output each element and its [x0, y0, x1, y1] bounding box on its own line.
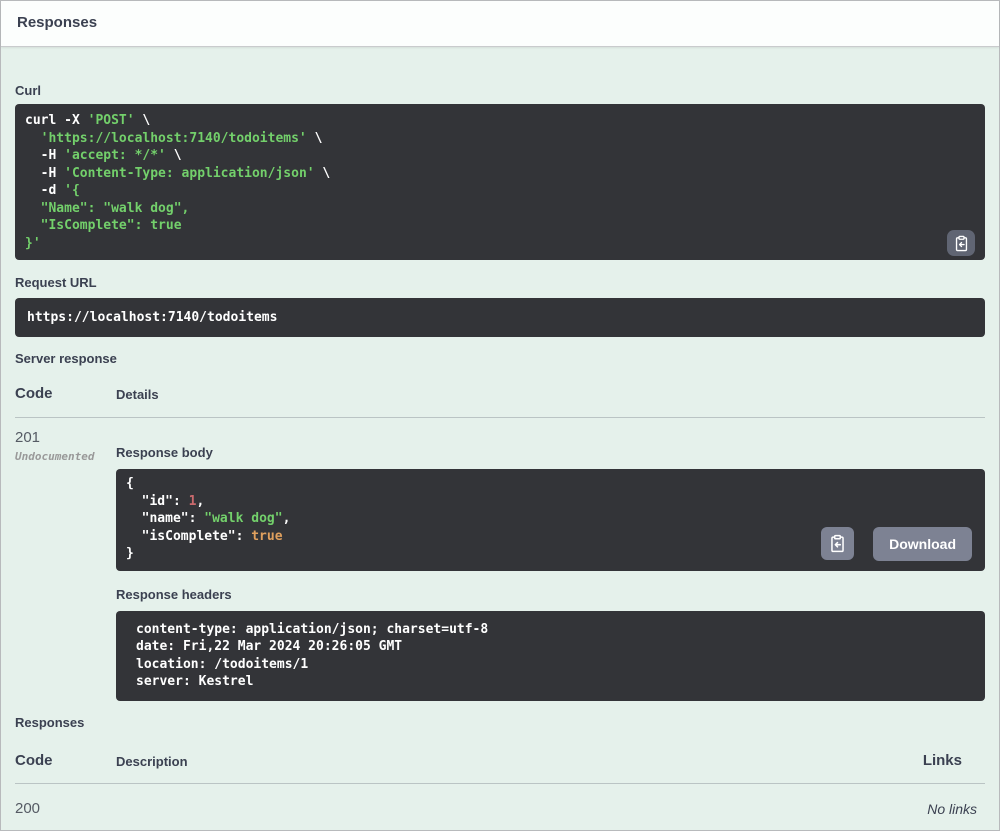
responses-panel: Curl curl -X 'POST' \ 'https://localhost… — [1, 83, 999, 818]
server-response-table-header: Code Details — [15, 385, 985, 418]
undocumented-note: Undocumented — [15, 450, 95, 463]
column-header-code: Code — [15, 751, 53, 769]
status-code-201: 201 — [15, 429, 41, 446]
links-cell: No links — [927, 800, 977, 817]
response-headers-text: content-type: application/json; charset=… — [136, 621, 489, 690]
status-code-cell: 201 Undocumented — [15, 429, 116, 701]
response-body-block: { "id": 1, "name": "walk dog", "isComple… — [116, 469, 985, 571]
column-header-links: Links — [922, 751, 962, 769]
server-response-label: Server response — [15, 351, 117, 366]
curl-command-block: curl -X 'POST' \ 'https://localhost:7140… — [15, 104, 985, 260]
request-url-label: Request URL — [15, 275, 97, 290]
response-body-actions: Download — [821, 526, 972, 561]
copy-response-button[interactable] — [821, 527, 855, 560]
curl-command-text: curl -X 'POST' \ 'https://localhost:7140… — [25, 113, 331, 251]
server-response-row-201: 201 Undocumented Response body { "id": 1… — [15, 418, 985, 715]
responses-table-label: Responses — [15, 714, 85, 730]
description-cell — [116, 800, 927, 818]
response-headers-block: content-type: application/json; charset=… — [116, 610, 985, 701]
responses-table-header: Code Description Links — [15, 752, 985, 784]
responses-row-200: 200 No links — [15, 784, 985, 818]
responses-title: Responses — [17, 14, 98, 31]
column-header-description: Description — [116, 753, 188, 769]
response-details-cell: Response body { "id": 1, "name": "walk d… — [116, 429, 985, 701]
column-header-details: Details — [116, 387, 159, 402]
request-url-value: https://localhost:7140/todoitems — [27, 310, 278, 325]
status-code-200: 200 — [15, 799, 41, 817]
copy-curl-button[interactable] — [947, 230, 975, 256]
response-body-label: Response body — [116, 445, 213, 460]
column-header-code: Code — [15, 385, 53, 402]
clipboard-copy-icon — [953, 235, 970, 252]
curl-label: Curl — [15, 83, 41, 98]
download-button[interactable]: Download — [873, 526, 972, 561]
response-headers-label: Response headers — [116, 586, 232, 602]
request-url-block: https://localhost:7140/todoitems — [15, 298, 985, 337]
clipboard-copy-icon — [828, 534, 847, 553]
responses-section-header: Responses — [1, 1, 999, 47]
